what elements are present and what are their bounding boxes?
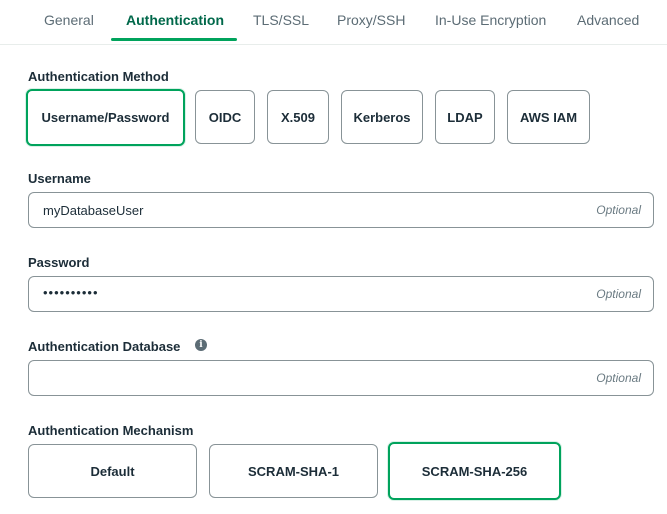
auth-method-ldap[interactable]: LDAP — [435, 90, 495, 144]
auth-mechanism-default[interactable]: Default — [28, 444, 197, 498]
auth-method-oidc[interactable]: OIDC — [195, 90, 255, 144]
auth-method-username-password[interactable]: Username/Password — [26, 89, 185, 146]
auth-method-aws-iam[interactable]: AWS IAM — [507, 90, 590, 144]
auth-method-kerberos[interactable]: Kerberos — [341, 90, 423, 144]
auth-method-label: Authentication Method — [28, 69, 169, 84]
tab-proxy-ssh[interactable]: Proxy/SSH — [337, 12, 405, 28]
username-field[interactable]: myDatabaseUser Optional — [28, 192, 654, 228]
tab-authentication[interactable]: Authentication — [126, 12, 224, 28]
username-value: myDatabaseUser — [43, 203, 144, 218]
tab-general[interactable]: General — [44, 12, 94, 28]
info-icon[interactable]: i — [195, 339, 207, 351]
password-value: •••••••••• — [43, 285, 99, 300]
password-field[interactable]: •••••••••• Optional — [28, 276, 654, 312]
username-optional-hint: Optional — [596, 203, 641, 217]
username-label: Username — [28, 171, 91, 186]
tab-advanced[interactable]: Advanced — [577, 12, 639, 28]
auth-mechanism-scram-sha-1[interactable]: SCRAM-SHA-1 — [209, 444, 378, 498]
auth-database-label: Authentication Database — [28, 339, 181, 354]
active-tab-indicator — [111, 38, 237, 41]
auth-database-optional-hint: Optional — [596, 371, 641, 385]
auth-mechanism-label: Authentication Mechanism — [28, 423, 194, 438]
tab-tls-ssl[interactable]: TLS/SSL — [253, 12, 309, 28]
tab-bar: General Authentication TLS/SSL Proxy/SSH… — [0, 0, 667, 45]
auth-mechanism-scram-sha-256[interactable]: SCRAM-SHA-256 — [388, 442, 561, 500]
auth-method-x509[interactable]: X.509 — [267, 90, 329, 144]
password-optional-hint: Optional — [596, 287, 641, 301]
password-label: Password — [28, 255, 90, 270]
tab-in-use-encryption[interactable]: In-Use Encryption — [435, 12, 546, 28]
auth-database-field[interactable]: Optional — [28, 360, 654, 396]
